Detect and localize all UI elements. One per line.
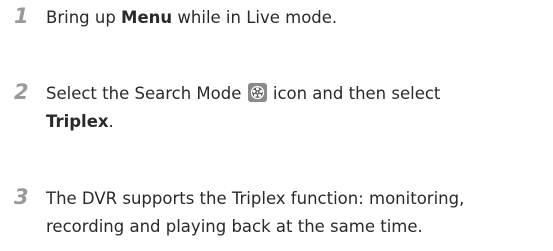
step-text-line: recording and playing back at the same t… bbox=[46, 217, 423, 236]
step-number: 2 bbox=[14, 80, 29, 104]
step-text-part: . bbox=[108, 112, 114, 131]
step-number: 3 bbox=[14, 185, 29, 209]
step-number: 1 bbox=[14, 4, 29, 28]
triplex-keyword: Triplex bbox=[46, 112, 109, 131]
step-text: The DVR supports the Triplex function: m… bbox=[46, 185, 546, 241]
step-text-line: The DVR supports the Triplex function: m… bbox=[46, 189, 465, 208]
step-text: Select the Search Mode icon and then sel… bbox=[46, 80, 546, 136]
step-text-part: icon and then select bbox=[267, 84, 441, 103]
step-text: Bring up Menu while in Live mode. bbox=[46, 4, 546, 32]
search-mode-film-reel-icon bbox=[247, 83, 267, 102]
step-text-part: Bring up bbox=[46, 8, 122, 27]
step-text-part: Select the Search Mode bbox=[46, 84, 247, 103]
step-text-part: while in Live mode. bbox=[172, 8, 338, 27]
menu-keyword: Menu bbox=[121, 8, 173, 27]
